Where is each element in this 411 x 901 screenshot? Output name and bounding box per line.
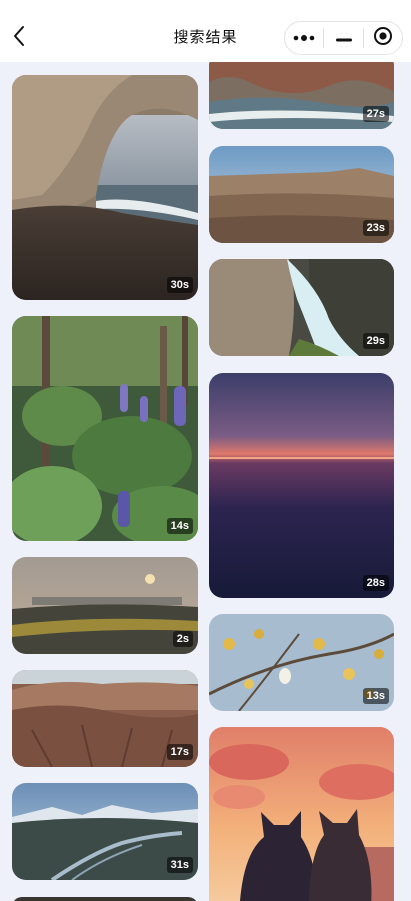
hazy-city-sunset-thumbnail: [12, 557, 198, 654]
video-card-desert-plateau[interactable]: 23s: [209, 146, 394, 243]
video-card-cats-at-sunset[interactable]: [209, 727, 394, 901]
minimize-icon: [335, 29, 353, 47]
top-navigation-bar: 搜索结果: [0, 0, 411, 62]
duration-badge: 31s: [166, 857, 193, 873]
video-card-sea-cave[interactable]: 30s: [12, 75, 198, 300]
video-card-lupine-flowers[interactable]: 14s: [12, 316, 198, 541]
duration-badge: 28s: [362, 575, 389, 591]
more-button[interactable]: [285, 22, 323, 54]
duration-badge: 27s: [362, 106, 389, 122]
duration-badge: 23s: [362, 220, 389, 236]
cats-at-sunset-thumbnail: [209, 727, 394, 901]
partial-thumbnail: [12, 897, 198, 901]
duration-badge: 30s: [166, 277, 193, 293]
lupine-flowers-thumbnail: [12, 316, 198, 541]
duration-badge: 29s: [362, 333, 389, 349]
minimize-button[interactable]: [324, 22, 362, 54]
ocean-sunset-thumbnail: [209, 373, 394, 598]
target-close-icon: [373, 26, 393, 51]
video-card-partial[interactable]: [12, 897, 198, 901]
video-card-hazy-city-sunset[interactable]: 2s: [12, 557, 198, 654]
duration-badge: 14s: [166, 518, 193, 534]
duration-badge: 2s: [172, 631, 193, 647]
close-button[interactable]: [364, 22, 402, 54]
duration-badge: 13s: [362, 688, 389, 704]
search-results-grid: 30s 14s 2s 17s 31s 27s 23s 29s 28s 13s: [0, 62, 411, 901]
video-card-eroded-hills[interactable]: 17s: [12, 670, 198, 767]
video-card-ocean-sunset[interactable]: 28s: [209, 373, 394, 598]
video-card-yellow-blossoms[interactable]: 13s: [209, 614, 394, 711]
duration-badge: 17s: [166, 744, 193, 760]
video-card-braided-river-valley[interactable]: 31s: [12, 783, 198, 880]
sea-cave-thumbnail: [12, 75, 198, 300]
more-dots-icon: [293, 29, 315, 47]
video-card-waterfall-rocks[interactable]: 29s: [209, 259, 394, 356]
mini-program-capsule: [284, 21, 403, 55]
video-card-rocky-coast[interactable]: 27s: [209, 62, 394, 129]
